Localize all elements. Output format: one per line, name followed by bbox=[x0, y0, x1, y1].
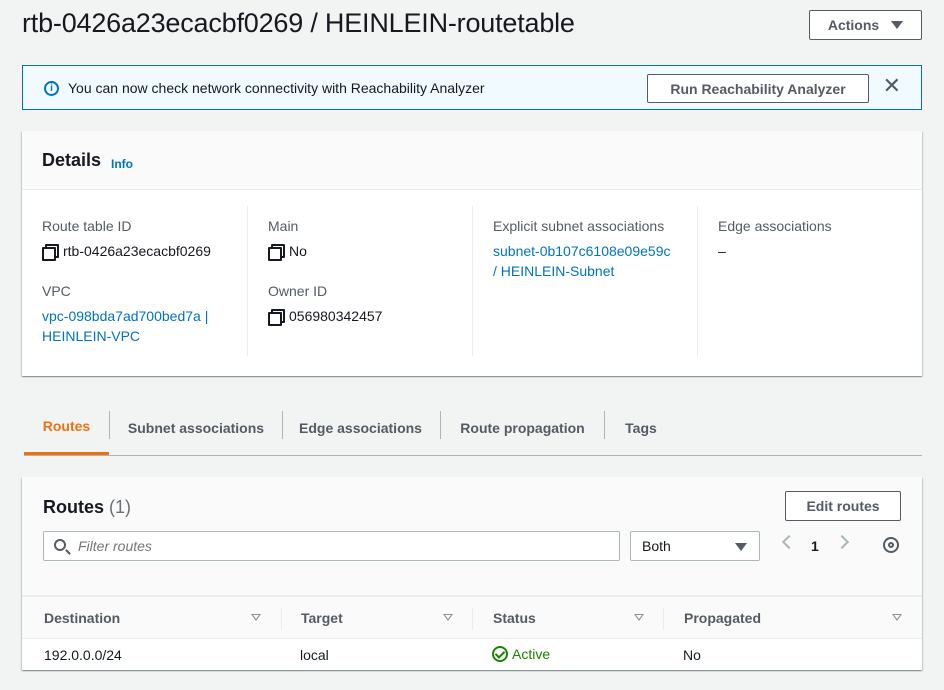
details-panel: Details Info Route table ID rtb-0426a23e… bbox=[22, 131, 922, 376]
column-divider bbox=[247, 206, 248, 356]
explicit-subnet-link[interactable]: subnet-0b107c6108e09e59c / HEINLEIN-Subn… bbox=[493, 241, 671, 281]
column-header-status[interactable]: Status bbox=[493, 610, 536, 626]
column-divider bbox=[697, 206, 698, 356]
propagation-filter-select[interactable]: Both bbox=[630, 531, 760, 561]
explicit-subnet-label: Explicit subnet associations bbox=[493, 218, 665, 234]
close-icon[interactable]: ✕ bbox=[883, 75, 901, 97]
tab-subnet-associations[interactable]: Subnet associations bbox=[110, 400, 282, 455]
column-header-target[interactable]: Target bbox=[301, 610, 343, 626]
filter-routes-input[interactable] bbox=[78, 538, 598, 554]
routes-header: Routes (1) Edit routes Both 1 bbox=[22, 477, 922, 596]
actions-button-label: Actions bbox=[827, 17, 880, 33]
copy-icon[interactable] bbox=[268, 244, 285, 261]
tab-routes[interactable]: Routes bbox=[24, 400, 109, 455]
column-separator bbox=[663, 608, 664, 630]
main-value-text: No bbox=[289, 243, 307, 259]
tab-route-propagation[interactable]: Route propagation bbox=[441, 400, 604, 455]
route-target: local bbox=[300, 647, 329, 663]
route-table-id-label: Route table ID bbox=[42, 218, 132, 234]
edge-associations-label: Edge associations bbox=[718, 218, 832, 234]
main-label: Main bbox=[268, 218, 299, 234]
column-header-destination[interactable]: Destination bbox=[44, 610, 120, 626]
owner-id-label: Owner ID bbox=[268, 283, 328, 299]
route-propagated: No bbox=[683, 647, 701, 663]
copy-icon[interactable] bbox=[42, 244, 59, 261]
copy-icon[interactable] bbox=[268, 309, 285, 326]
run-reachability-analyzer-button[interactable]: Run Reachability Analyzer bbox=[647, 74, 869, 103]
route-status-text: Active bbox=[512, 646, 551, 662]
sort-icon[interactable] bbox=[892, 614, 902, 621]
check-circle-icon bbox=[492, 646, 508, 662]
edge-associations-value: – bbox=[718, 243, 726, 259]
page-title: rtb-0426a23ecacbf0269 / HEINLEIN-routeta… bbox=[22, 8, 575, 38]
search-icon bbox=[54, 539, 66, 551]
reachability-flash-banner: i You can now check network connectivity… bbox=[22, 65, 922, 110]
main-value: No bbox=[268, 243, 307, 261]
table-row[interactable]: 192.0.0.0/24 local Active No bbox=[22, 639, 922, 669]
tab-edge-associations[interactable]: Edge associations bbox=[283, 400, 438, 455]
route-destination: 192.0.0.0/24 bbox=[44, 647, 122, 663]
details-title: Details bbox=[42, 150, 102, 170]
routes-title: Routes (1) bbox=[43, 497, 131, 518]
sort-icon[interactable] bbox=[443, 614, 453, 621]
routes-count: (1) bbox=[109, 497, 132, 517]
vpc-link-line2: HEINLEIN-VPC bbox=[42, 328, 141, 344]
filter-routes-field[interactable] bbox=[43, 531, 620, 561]
routes-title-text: Routes bbox=[43, 497, 105, 517]
vpc-link-line1: vpc-098bda7ad700bed7a | bbox=[42, 308, 209, 324]
propagation-filter-value: Both bbox=[642, 538, 671, 554]
column-header-propagated[interactable]: Propagated bbox=[684, 610, 761, 626]
chevron-left-icon[interactable] bbox=[781, 534, 797, 550]
vpc-label: VPC bbox=[42, 283, 71, 299]
explicit-subnet-line1: subnet-0b107c6108e09e59c bbox=[493, 243, 671, 259]
tab-tags[interactable]: Tags bbox=[605, 400, 677, 455]
caret-down-icon bbox=[735, 543, 747, 551]
vpc-link[interactable]: vpc-098bda7ad700bed7a | HEINLEIN-VPC bbox=[42, 306, 208, 346]
flash-message: You can now check network connectivity w… bbox=[68, 80, 485, 96]
route-status: Active bbox=[492, 646, 550, 662]
column-separator bbox=[472, 608, 473, 630]
gear-icon[interactable] bbox=[883, 537, 899, 553]
details-info-link[interactable]: Info bbox=[111, 157, 133, 171]
routes-panel: Routes (1) Edit routes Both 1 Destinatio… bbox=[22, 477, 922, 670]
edit-routes-button[interactable]: Edit routes bbox=[785, 491, 901, 521]
sort-icon[interactable] bbox=[251, 614, 261, 621]
tab-bar: Routes Subnet associations Edge associat… bbox=[24, 400, 922, 456]
route-table-id-text: rtb-0426a23ecacbf0269 bbox=[63, 243, 211, 259]
page-number[interactable]: 1 bbox=[811, 538, 819, 554]
column-divider bbox=[472, 206, 473, 356]
owner-id-value: 056980342457 bbox=[268, 308, 383, 326]
details-header: Details Info bbox=[22, 131, 922, 190]
route-table-id-value: rtb-0426a23ecacbf0269 bbox=[42, 243, 211, 261]
caret-down-icon bbox=[891, 21, 904, 29]
chevron-right-icon[interactable] bbox=[834, 534, 850, 550]
column-separator bbox=[281, 608, 282, 630]
sort-icon[interactable] bbox=[634, 614, 644, 621]
info-icon: i bbox=[44, 81, 59, 96]
routes-table-header: Destination Target Status Propagated bbox=[22, 596, 922, 639]
explicit-subnet-line2: / HEINLEIN-Subnet bbox=[493, 263, 615, 279]
owner-id-text: 056980342457 bbox=[289, 308, 383, 324]
actions-button[interactable]: Actions bbox=[809, 10, 922, 40]
